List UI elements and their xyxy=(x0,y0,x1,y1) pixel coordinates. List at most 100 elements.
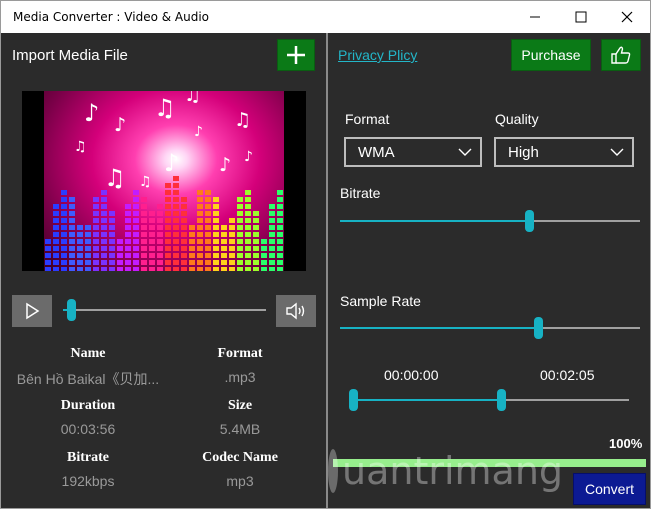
equalizer-block xyxy=(117,253,123,258)
play-icon xyxy=(26,302,40,320)
music-note: ♫ xyxy=(139,174,152,190)
equalizer-block xyxy=(149,225,155,230)
equalizer-block xyxy=(205,267,211,271)
equalizer-block xyxy=(149,253,155,258)
music-note: ♫ xyxy=(154,94,176,122)
format-select[interactable]: WMA xyxy=(344,137,482,167)
equalizer-block xyxy=(141,197,147,202)
equalizer-block xyxy=(165,267,171,271)
equalizer-block xyxy=(269,253,275,258)
equalizer-block xyxy=(189,225,195,230)
equalizer-block xyxy=(181,260,187,265)
equalizer-block xyxy=(253,225,259,230)
equalizer-block xyxy=(141,260,147,265)
equalizer-block xyxy=(93,232,99,237)
speaker-icon xyxy=(286,302,305,320)
equalizer-block xyxy=(213,246,219,251)
bitrate-thumb[interactable] xyxy=(525,210,534,232)
equalizer-block xyxy=(93,204,99,209)
volume-button[interactable] xyxy=(276,295,316,327)
equalizer-block xyxy=(197,253,203,258)
seek-thumb[interactable] xyxy=(67,299,77,321)
equalizer-block xyxy=(165,204,171,209)
equalizer-block xyxy=(117,239,123,244)
equalizer-block xyxy=(101,253,107,258)
equalizer-block xyxy=(229,246,235,251)
equalizer-block xyxy=(149,232,155,237)
equalizer-block xyxy=(85,253,91,258)
equalizer-block xyxy=(53,232,59,237)
trim-end-thumb[interactable] xyxy=(497,389,506,411)
convert-button[interactable]: Convert xyxy=(573,473,646,505)
equalizer-block xyxy=(213,260,219,265)
equalizer-block xyxy=(53,239,59,244)
equalizer-block xyxy=(197,204,203,209)
equalizer-block xyxy=(269,204,275,209)
equalizer-block xyxy=(237,239,243,244)
add-media-button[interactable] xyxy=(277,39,315,71)
equalizer-block xyxy=(277,267,283,271)
equalizer-block xyxy=(109,225,115,230)
like-button[interactable] xyxy=(601,39,641,71)
equalizer-block xyxy=(181,253,187,258)
maximize-icon xyxy=(575,11,587,23)
equalizer-block xyxy=(221,260,227,265)
equalizer-block xyxy=(149,211,155,216)
equalizer-block xyxy=(141,246,147,251)
title-bar: Media Converter : Video & Audio xyxy=(1,1,650,33)
equalizer-block xyxy=(253,232,259,237)
equalizer-block xyxy=(125,246,131,251)
equalizer-block xyxy=(173,204,179,209)
equalizer-block xyxy=(141,204,147,209)
equalizer-block xyxy=(229,225,235,230)
privacy-policy-link[interactable]: Privacy Plicy xyxy=(338,47,417,63)
equalizer-block xyxy=(77,239,83,244)
equalizer-block xyxy=(141,211,147,216)
progress-percent: 100% xyxy=(609,436,643,451)
music-note: ♪ xyxy=(114,114,126,136)
equalizer-block xyxy=(245,253,251,258)
equalizer-block xyxy=(77,225,83,230)
equalizer-block xyxy=(133,225,139,230)
quality-select-value: High xyxy=(508,143,539,161)
format-select-value: WMA xyxy=(358,143,395,161)
equalizer-block xyxy=(149,260,155,265)
sample-rate-thumb[interactable] xyxy=(534,317,543,339)
equalizer-block xyxy=(45,267,51,271)
trim-start-thumb[interactable] xyxy=(349,389,358,411)
equalizer-block xyxy=(69,211,75,216)
equalizer-block xyxy=(245,232,251,237)
minimize-button[interactable] xyxy=(512,1,558,33)
music-note: ♫ xyxy=(104,164,126,192)
format-label: Format xyxy=(345,111,390,127)
equalizer-block xyxy=(181,267,187,271)
play-button[interactable] xyxy=(12,295,52,327)
equalizer-block xyxy=(205,218,211,223)
close-button[interactable] xyxy=(604,1,650,33)
equalizer-block xyxy=(125,253,131,258)
equalizer-block xyxy=(141,267,147,271)
equalizer-block xyxy=(53,211,59,216)
purchase-button[interactable]: Purchase xyxy=(511,39,591,71)
equalizer-block xyxy=(133,211,139,216)
equalizer-block xyxy=(237,260,243,265)
equalizer-block xyxy=(173,232,179,237)
equalizer-block xyxy=(85,239,91,244)
duration-key: Duration xyxy=(60,398,116,413)
equalizer-block xyxy=(109,211,115,216)
close-icon xyxy=(621,11,633,23)
quality-select[interactable]: High xyxy=(494,137,634,167)
maximize-button[interactable] xyxy=(558,1,604,33)
equalizer-block xyxy=(61,190,67,195)
equalizer-block xyxy=(125,218,131,223)
equalizer-block xyxy=(277,246,283,251)
equalizer-block xyxy=(189,260,195,265)
equalizer-block xyxy=(45,239,51,244)
seek-track[interactable] xyxy=(63,309,266,311)
equalizer-block xyxy=(205,260,211,265)
equalizer-block xyxy=(205,190,211,195)
equalizer-block xyxy=(245,190,251,195)
equalizer-block xyxy=(237,197,243,202)
size-key: Size xyxy=(227,398,253,413)
equalizer-block xyxy=(213,197,219,202)
